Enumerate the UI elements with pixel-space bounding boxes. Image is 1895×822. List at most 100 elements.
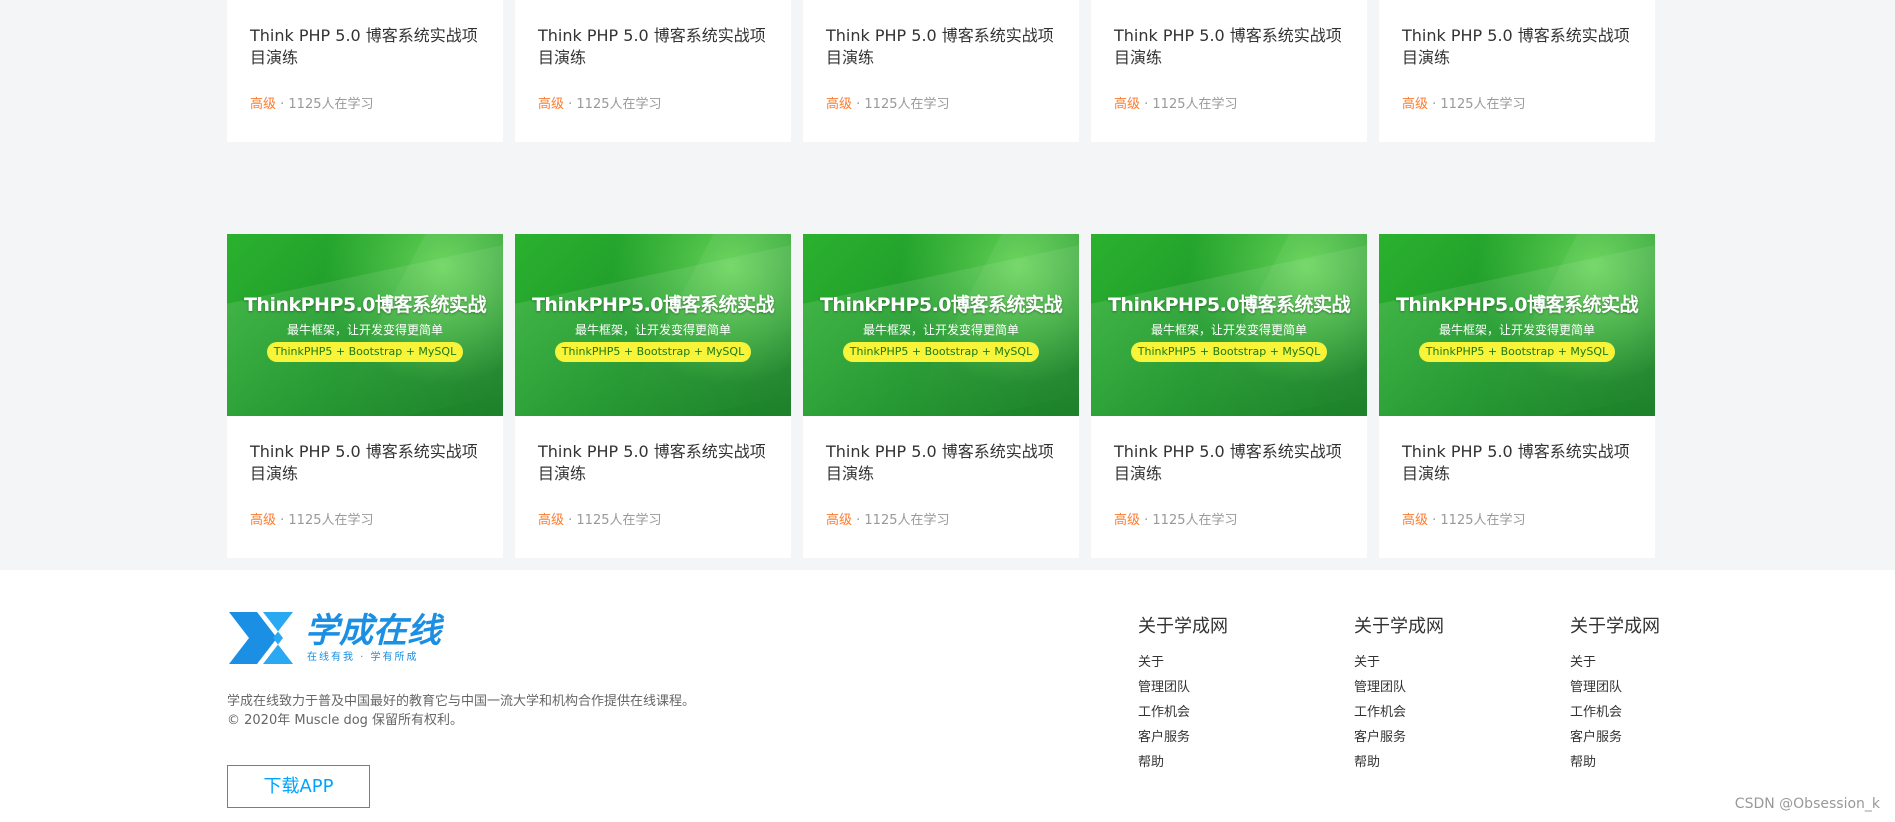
course-title[interactable]: Think PHP 5.0 博客系统实战项目演练 bbox=[826, 25, 1058, 69]
course-learners: · 1125人在学习 bbox=[852, 97, 950, 112]
footer-links-column-3: 关于学成网 关于 管理团队 工作机会 客户服务 帮助 bbox=[1570, 612, 1750, 775]
csdn-watermark: CSDN @Obsession_k bbox=[1734, 796, 1880, 812]
course-card[interactable]: ThinkPHP5.0博客系统实战最牛框架，让开发变得更简单ThinkPHP5 … bbox=[515, 0, 791, 142]
footer-link-about[interactable]: 关于 bbox=[1354, 650, 1534, 675]
course-card-body: Think PHP 5.0 博客系统实战项目演练高级 · 1125人在学习 bbox=[227, 416, 503, 558]
course-title[interactable]: Think PHP 5.0 博客系统实战项目演练 bbox=[250, 25, 482, 69]
course-level: 高级 bbox=[538, 513, 565, 528]
course-learners: · 1125人在学习 bbox=[852, 513, 950, 528]
course-title[interactable]: Think PHP 5.0 博客系统实战项目演练 bbox=[250, 441, 482, 485]
course-learners: · 1125人在学习 bbox=[276, 97, 374, 112]
course-meta: 高级 · 1125人在学习 bbox=[1402, 509, 1526, 528]
course-card[interactable]: ThinkPHP5.0博客系统实战最牛框架，让开发变得更简单ThinkPHP5 … bbox=[1379, 234, 1655, 558]
course-title[interactable]: Think PHP 5.0 博客系统实战项目演练 bbox=[538, 441, 770, 485]
course-banner-image[interactable]: ThinkPHP5.0博客系统实战最牛框架，让开发变得更简单 ThinkPHP5 … bbox=[803, 234, 1079, 416]
course-title[interactable]: Think PHP 5.0 博客系统实战项目演练 bbox=[1402, 441, 1634, 485]
footer-about-text: 学成在线致力于普及中国最好的教育它与中国一流大学和机构合作提供在线课程。 bbox=[227, 694, 696, 709]
footer-link-help[interactable]: 帮助 bbox=[1570, 750, 1750, 775]
footer-link-jobs[interactable]: 工作机会 bbox=[1570, 700, 1750, 725]
footer-link-team[interactable]: 管理团队 bbox=[1138, 675, 1318, 700]
course-card-body: Think PHP 5.0 博客系统实战项目演练高级 · 1125人在学习 bbox=[1379, 416, 1655, 558]
course-learners: · 1125人在学习 bbox=[1428, 513, 1526, 528]
course-banner-image[interactable]: ThinkPHP5.0博客系统实战最牛框架，让开发变得更简单 ThinkPHP5 … bbox=[1091, 234, 1367, 416]
course-card-body: Think PHP 5.0 博客系统实战项目演练高级 · 1125人在学习 bbox=[515, 416, 791, 558]
course-meta: 高级 · 1125人在学习 bbox=[1114, 93, 1238, 112]
footer-description: 学成在线致力于普及中国最好的教育它与中国一流大学和机构合作提供在线课程。 © 2… bbox=[227, 692, 695, 730]
course-card[interactable]: ThinkPHP5.0博客系统实战最牛框架，让开发变得更简单 ThinkPHP5 … bbox=[1091, 234, 1367, 558]
course-meta: 高级 · 1125人在学习 bbox=[1114, 509, 1238, 528]
course-title[interactable]: Think PHP 5.0 博客系统实战项目演练 bbox=[538, 25, 770, 69]
banner-tech-stack: ThinkPHP5 + Bootstrap + MySQL bbox=[1419, 342, 1615, 362]
footer-link-jobs[interactable]: 工作机会 bbox=[1354, 700, 1534, 725]
course-meta: 高级 · 1125人在学习 bbox=[538, 509, 662, 528]
course-level: 高级 bbox=[1402, 97, 1429, 112]
banner-subtitle: 最牛框架，让开发变得更简单 bbox=[862, 323, 1019, 337]
course-meta: 高级 · 1125人在学习 bbox=[250, 93, 374, 112]
footer-link-service[interactable]: 客户服务 bbox=[1354, 725, 1534, 750]
footer-link-team[interactable]: 管理团队 bbox=[1354, 675, 1534, 700]
course-level: 高级 bbox=[538, 97, 565, 112]
course-learners: · 1125人在学习 bbox=[1140, 513, 1238, 528]
course-list-section: ThinkPHP5.0博客系统实战最牛框架，让开发变得更简单 ThinkPHP5 … bbox=[0, 0, 1895, 570]
course-learners: · 1125人在学习 bbox=[276, 513, 374, 528]
course-card-body: Think PHP 5.0 博客系统实战项目演练高级 · 1125人在学习 bbox=[227, 0, 503, 142]
course-banner-image[interactable]: ThinkPHP5.0博客系统实战 最牛框架，让开发变得更简单 ThinkPHP5 … bbox=[227, 234, 503, 416]
course-card-body: Think PHP 5.0 博客系统实战项目演练高级 · 1125人在学习 bbox=[1091, 0, 1367, 142]
course-meta: 高级 · 1125人在学习 bbox=[1402, 93, 1526, 112]
footer-column-title: 关于学成网 bbox=[1570, 616, 1660, 637]
footer-link-service[interactable]: 客户服务 bbox=[1570, 725, 1750, 750]
course-learners: · 1125人在学习 bbox=[564, 97, 662, 112]
course-banner-image[interactable]: ThinkPHP5.0博客系统实战 最牛框架，让开发变得更简单 ThinkPHP5 … bbox=[1379, 234, 1655, 416]
course-meta: 高级 · 1125人在学习 bbox=[250, 509, 374, 528]
course-card[interactable]: ThinkPHP5.0博客系统实战最牛框架，让开发变得更简单ThinkPHP5 … bbox=[227, 234, 503, 558]
course-level: 高级 bbox=[250, 97, 277, 112]
course-meta: 高级 · 1125人在学习 bbox=[826, 509, 950, 528]
banner-title: ThinkPHP5.0博客系统实战 bbox=[1107, 294, 1351, 316]
course-learners: · 1125人在学习 bbox=[564, 513, 662, 528]
course-title[interactable]: Think PHP 5.0 博客系统实战项目演练 bbox=[1402, 25, 1634, 69]
course-card-body: Think PHP 5.0 博客系统实战项目演练高级 · 1125人在学习 bbox=[515, 0, 791, 142]
course-level: 高级 bbox=[250, 513, 277, 528]
footer-link-about[interactable]: 关于 bbox=[1138, 650, 1318, 675]
footer-link-about[interactable]: 关于 bbox=[1570, 650, 1750, 675]
course-card[interactable]: ThinkPHP5.0博客系统实战最牛框架，让开发变得更简单ThinkPHP5 … bbox=[803, 0, 1079, 142]
xuecheng-logo[interactable]: 学成在线 在线有我 · 学有所成 bbox=[227, 608, 467, 668]
course-learners: · 1125人在学习 bbox=[1140, 97, 1238, 112]
course-title[interactable]: Think PHP 5.0 博客系统实战项目演练 bbox=[1114, 25, 1346, 69]
footer-link-team[interactable]: 管理团队 bbox=[1570, 675, 1750, 700]
footer-copyright: © 2020年 Muscle dog 保留所有权利。 bbox=[227, 713, 464, 728]
course-title[interactable]: Think PHP 5.0 博客系统实战项目演练 bbox=[1114, 441, 1346, 485]
banner-subtitle: 最牛框架，让开发变得更简单 bbox=[1150, 323, 1307, 337]
footer-column-title: 关于学成网 bbox=[1354, 616, 1444, 637]
banner-tech-stack: ThinkPHP5 + Bootstrap + MySQL bbox=[267, 342, 463, 362]
course-level: 高级 bbox=[1402, 513, 1429, 528]
course-banner-image[interactable]: ThinkPHP5.0博客系统实战 最牛框架，让开发变得更简单 ThinkPHP5 … bbox=[515, 234, 791, 416]
footer-link-jobs[interactable]: 工作机会 bbox=[1138, 700, 1318, 725]
course-card[interactable]: ThinkPHP5.0博客系统实战最牛框架，让开发变得更简单 ThinkPHP5 … bbox=[803, 234, 1079, 558]
course-level: 高级 bbox=[1114, 97, 1141, 112]
course-learners: · 1125人在学习 bbox=[1428, 97, 1526, 112]
banner-subtitle: 最牛框架，让开发变得更简单 bbox=[574, 323, 731, 337]
banner-tech-stack: ThinkPHP5 + Bootstrap + MySQL bbox=[843, 342, 1039, 362]
course-card-body: Think PHP 5.0 博客系统实战项目演练 高级 · 1125人在学习 bbox=[803, 0, 1079, 142]
footer-link-help[interactable]: 帮助 bbox=[1354, 750, 1534, 775]
course-card-body: Think PHP 5.0 博客系统实战项目演练高级 · 1125人在学习 bbox=[1379, 0, 1655, 142]
course-card[interactable]: ThinkPHP5.0博客系统实战最牛框架，让开发变得更简单ThinkPHP5 … bbox=[1379, 0, 1655, 142]
banner-title: ThinkPHP5.0博客系统实战 bbox=[243, 294, 487, 316]
course-card[interactable]: ThinkPHP5.0博客系统实战最牛框架，让开发变得更简单ThinkPHP5 … bbox=[227, 0, 503, 142]
course-title[interactable]: Think PHP 5.0 博客系统实战项目演练 bbox=[826, 441, 1058, 485]
footer-link-help[interactable]: 帮助 bbox=[1138, 750, 1318, 775]
course-card[interactable]: ThinkPHP5.0博客系统实战最牛框架，让开发变得更简单ThinkPHP5 … bbox=[1091, 0, 1367, 142]
course-card[interactable]: ThinkPHP5.0博客系统实战最牛框架，让开发变得更简单ThinkPHP5 … bbox=[515, 234, 791, 558]
footer-column-title: 关于学成网 bbox=[1138, 616, 1228, 637]
footer-links-column-1: 关于学成网 关于 管理团队 工作机会 客户服务 帮助 bbox=[1138, 612, 1318, 775]
course-level: 高级 bbox=[826, 513, 853, 528]
banner-tech-stack: ThinkPHP5 + Bootstrap + MySQL bbox=[555, 342, 751, 362]
banner-tech-stack: ThinkPHP5 + Bootstrap + MySQL bbox=[1131, 342, 1327, 362]
download-app-button[interactable]: 下载APP bbox=[227, 765, 370, 808]
course-card-body: Think PHP 5.0 博客系统实战项目演练高级 · 1125人在学习 bbox=[803, 416, 1079, 558]
banner-title: ThinkPHP5.0博客系统实战 bbox=[819, 294, 1063, 316]
footer-link-service[interactable]: 客户服务 bbox=[1138, 725, 1318, 750]
banner-title: ThinkPHP5.0博客系统实战 bbox=[1395, 294, 1639, 316]
svg-text:在线有我 · 学有所成: 在线有我 · 学有所成 bbox=[307, 650, 419, 663]
